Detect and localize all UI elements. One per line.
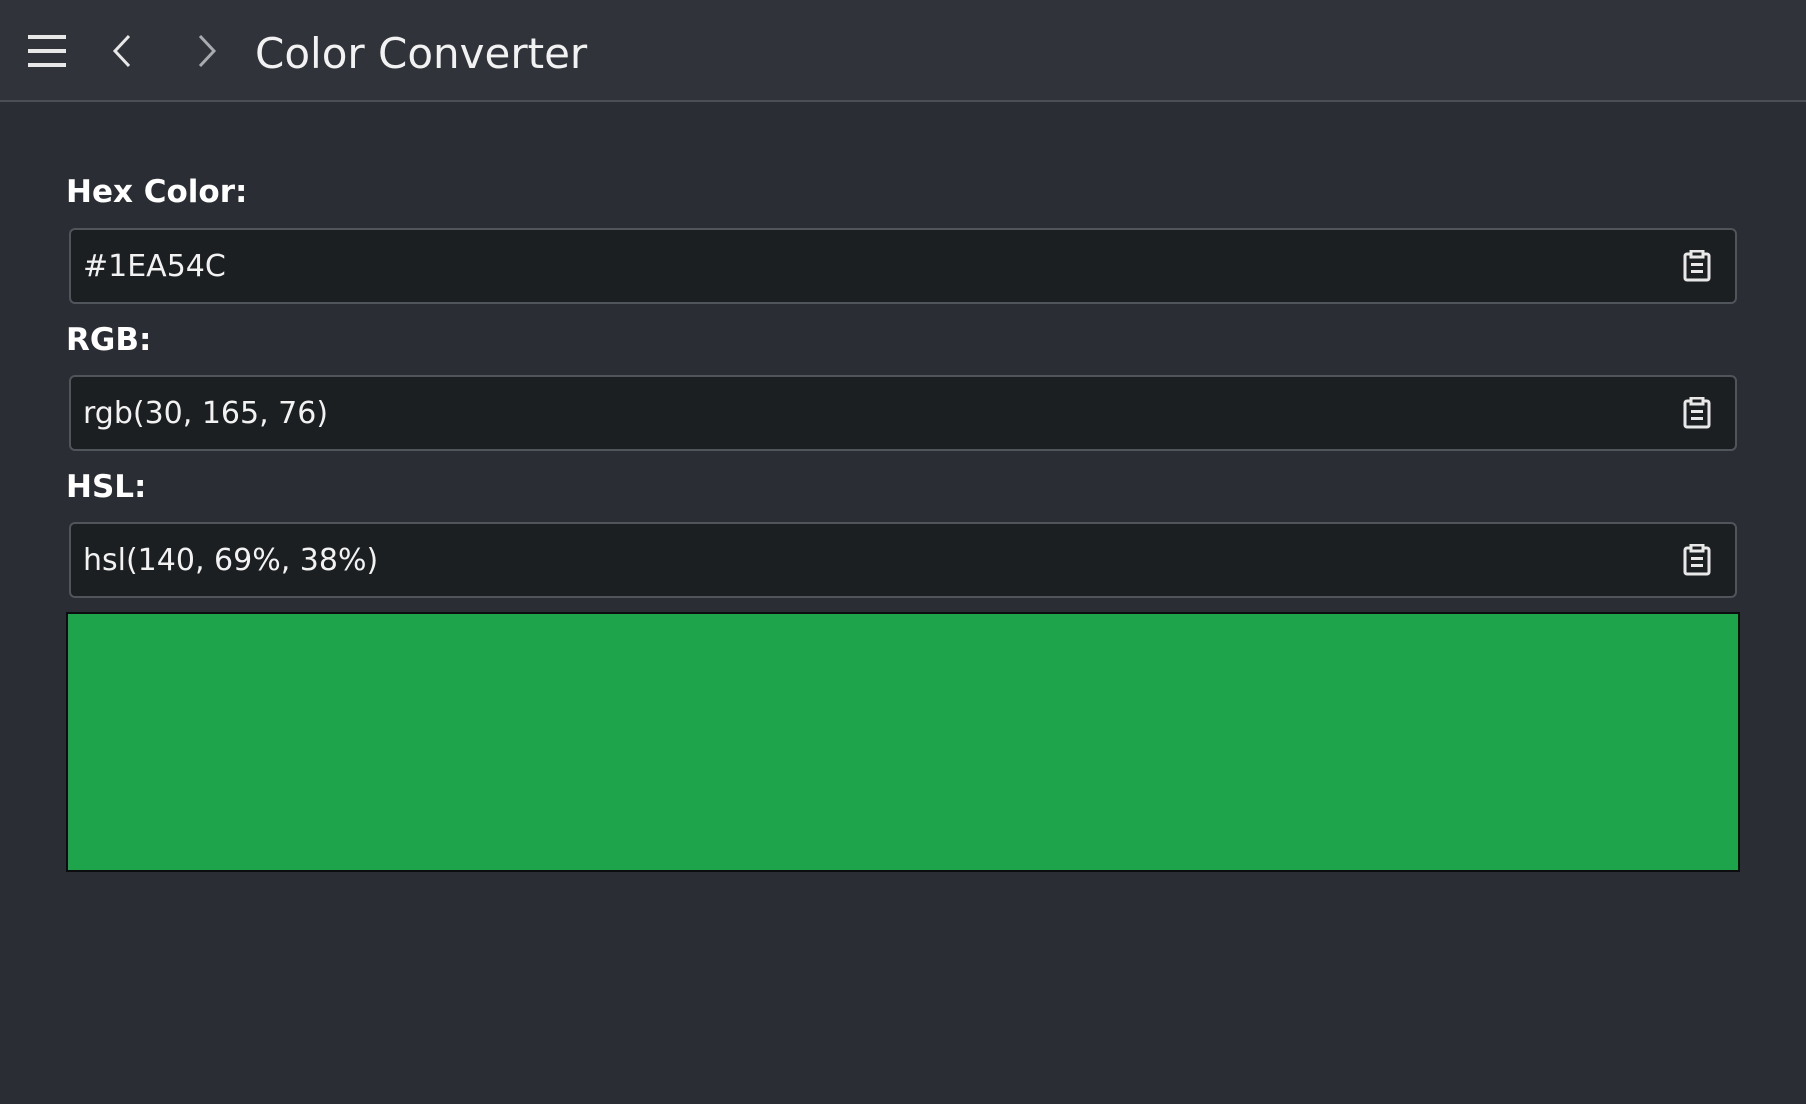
app-header: Color Converter [0,0,1806,102]
menu-button[interactable] [17,20,77,82]
hex-label: Hex Color: [66,174,248,210]
color-preview-swatch [66,612,1740,872]
hsl-input[interactable] [83,524,1643,596]
hamburger-menu-icon [28,35,66,67]
clipboard-icon [1683,397,1711,429]
forward-button[interactable] [177,20,237,82]
rgb-input[interactable] [83,377,1643,449]
chevron-right-icon [198,34,217,68]
copy-hsl-button[interactable] [1677,540,1717,580]
chevron-left-icon [112,34,131,68]
rgb-label: RGB: [66,322,152,358]
clipboard-icon [1683,250,1711,282]
page-title: Color Converter [255,29,588,78]
hex-field [69,228,1737,304]
hsl-label: HSL: [66,469,147,505]
copy-rgb-button[interactable] [1677,393,1717,433]
back-button[interactable] [92,20,152,82]
clipboard-icon [1683,544,1711,576]
copy-hex-button[interactable] [1677,246,1717,286]
rgb-field [69,375,1737,451]
hsl-field [69,522,1737,598]
hex-input[interactable] [83,230,1643,302]
